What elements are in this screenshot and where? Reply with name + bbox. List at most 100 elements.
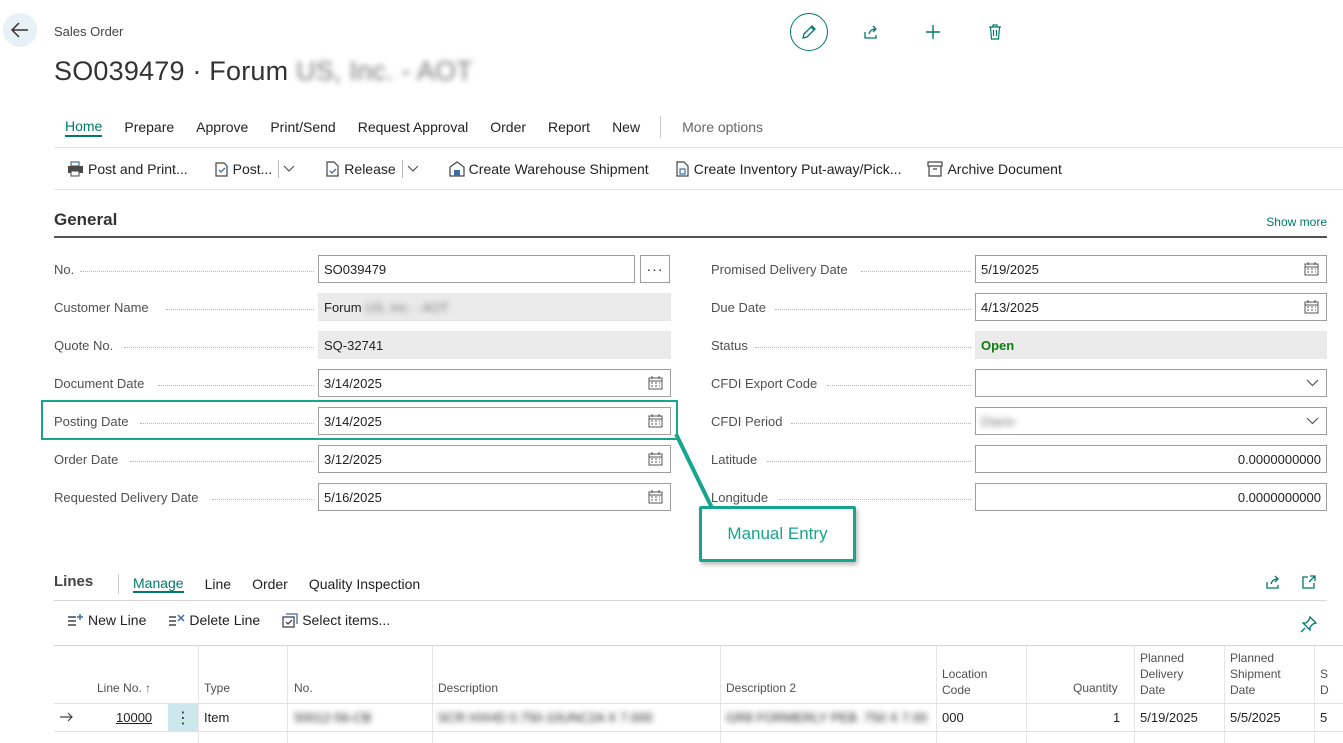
menu-order[interactable]: Order bbox=[490, 119, 526, 135]
release-button[interactable]: Release bbox=[325, 159, 422, 178]
field-customer-row: Customer Name bbox=[54, 293, 314, 321]
due-date-input[interactable]: 4/13/2025 bbox=[975, 293, 1327, 321]
cell-next[interactable]: 5 bbox=[1320, 710, 1327, 725]
action-bar: Post and Print... Post... Release Create… bbox=[54, 147, 1343, 190]
menu-new[interactable]: New bbox=[612, 119, 640, 135]
column-header-planned-shipment-date[interactable]: Planned Shipment Date bbox=[1230, 650, 1281, 698]
column-header-description[interactable]: Description bbox=[438, 680, 498, 696]
new-line-button[interactable]: New Line bbox=[67, 612, 146, 628]
new-button[interactable] bbox=[914, 13, 952, 51]
general-section-title[interactable]: General bbox=[54, 210, 117, 230]
lines-tab-order[interactable]: Order bbox=[252, 576, 288, 592]
archive-document-button[interactable]: Archive Document bbox=[927, 161, 1062, 177]
grid-col-divider bbox=[1134, 646, 1135, 743]
column-header-type[interactable]: Type bbox=[204, 680, 230, 696]
select-items-button[interactable]: Select items... bbox=[282, 612, 390, 628]
menu-request-approval[interactable]: Request Approval bbox=[358, 119, 469, 135]
menu-approve[interactable]: Approve bbox=[196, 119, 248, 135]
menu-divider bbox=[660, 116, 662, 138]
cell-planned-shipment-date[interactable]: 5/5/2025 bbox=[1230, 710, 1281, 725]
calendar-icon[interactable] bbox=[648, 376, 663, 390]
no-lookup-button[interactable]: ··· bbox=[640, 255, 670, 283]
chevron-down-icon[interactable] bbox=[283, 165, 295, 173]
cfdi-export-code-select[interactable] bbox=[975, 369, 1327, 397]
longitude-value: 0.0000000000 bbox=[1237, 489, 1321, 505]
cell-no[interactable]: 50012-56-CB bbox=[294, 710, 371, 725]
ellipsis-icon: ··· bbox=[646, 261, 664, 277]
column-header-next-line2: D bbox=[1320, 683, 1329, 697]
requested-delivery-date-input[interactable]: 5/16/2025 bbox=[318, 483, 671, 511]
calendar-icon[interactable] bbox=[648, 490, 663, 504]
lines-tab-manage[interactable]: Manage bbox=[133, 575, 184, 593]
show-more-link[interactable]: Show more bbox=[1266, 215, 1327, 229]
lines-tab-line[interactable]: Line bbox=[205, 576, 231, 592]
grid-row-divider bbox=[54, 703, 1343, 704]
menu-prepare[interactable]: Prepare bbox=[124, 119, 174, 135]
longitude-input[interactable]: 0.0000000000 bbox=[975, 483, 1327, 511]
kebab-icon: ⋮ bbox=[175, 710, 191, 727]
page-actions bbox=[790, 13, 1038, 51]
chevron-down-icon[interactable] bbox=[407, 165, 419, 173]
status-field: Open bbox=[975, 331, 1327, 359]
create-inventory-putaway-pick-button[interactable]: Create Inventory Put-away/Pick... bbox=[675, 161, 901, 177]
post-label: Post... bbox=[232, 160, 273, 177]
page-title-blurred: US, Inc. - AOT bbox=[296, 56, 473, 86]
column-header-quantity[interactable]: Quantity bbox=[1073, 680, 1118, 696]
dotted-leader bbox=[158, 385, 314, 386]
back-button[interactable] bbox=[3, 13, 37, 47]
delete-line-label: Delete Line bbox=[189, 612, 261, 628]
post-button[interactable]: Post... bbox=[214, 159, 300, 178]
field-status-label: Status bbox=[711, 337, 748, 353]
column-header-pdd-line2: Delivery bbox=[1140, 667, 1184, 681]
column-header-location-code[interactable]: Location Code bbox=[942, 666, 987, 698]
cell-type[interactable]: Item bbox=[204, 710, 229, 725]
menu-more-options[interactable]: More options bbox=[682, 119, 763, 135]
share-button[interactable] bbox=[852, 13, 890, 51]
create-warehouse-shipment-button[interactable]: Create Warehouse Shipment bbox=[449, 161, 649, 177]
lines-expand-button[interactable] bbox=[1300, 573, 1318, 591]
latitude-input[interactable]: 0.0000000000 bbox=[975, 445, 1327, 473]
menu-report[interactable]: Report bbox=[548, 119, 590, 135]
menu-print-send[interactable]: Print/Send bbox=[270, 119, 335, 135]
column-header-description-2[interactable]: Description 2 bbox=[726, 680, 796, 696]
calendar-icon[interactable] bbox=[1304, 262, 1319, 276]
release-split-divider bbox=[401, 159, 403, 178]
post-and-print-button[interactable]: Post and Print... bbox=[67, 161, 188, 177]
promised-delivery-date-input[interactable]: 5/19/2025 bbox=[975, 255, 1327, 283]
lines-tab-quality-inspection[interactable]: Quality Inspection bbox=[309, 576, 420, 592]
share-icon bbox=[1266, 575, 1279, 589]
lines-toolbar-icons bbox=[1264, 573, 1336, 591]
column-header-line-no[interactable]: Line No. ↑ bbox=[97, 680, 151, 696]
order-date-input[interactable]: 3/12/2025 bbox=[318, 445, 671, 473]
lines-section-title[interactable]: Lines bbox=[54, 573, 93, 590]
no-input[interactable]: SO039479 bbox=[318, 255, 635, 283]
cell-planned-delivery-date[interactable]: 5/19/2025 bbox=[1140, 710, 1198, 725]
column-header-next[interactable]: S D bbox=[1320, 666, 1329, 698]
manual-entry-callout: Manual Entry bbox=[699, 506, 856, 562]
delete-button[interactable] bbox=[976, 13, 1014, 51]
pin-button[interactable] bbox=[1300, 615, 1318, 638]
calendar-icon[interactable] bbox=[1304, 300, 1319, 314]
cfdi-period-select[interactable]: Diario bbox=[975, 407, 1327, 435]
menu-home[interactable]: Home bbox=[65, 118, 103, 137]
dotted-leader bbox=[166, 309, 314, 310]
cell-description[interactable]: SCR HXHD 0.750-10UNC2A X 7.000 bbox=[438, 710, 653, 725]
delete-line-button[interactable]: Delete Line bbox=[168, 612, 260, 628]
edit-button[interactable] bbox=[790, 13, 828, 51]
column-header-planned-delivery-date[interactable]: Planned Delivery Date bbox=[1140, 650, 1184, 698]
calendar-icon[interactable] bbox=[648, 452, 663, 466]
row-indicator-arrow-icon bbox=[60, 712, 73, 722]
cell-quantity[interactable]: 1 bbox=[1113, 710, 1120, 725]
lines-share-button[interactable] bbox=[1264, 573, 1282, 591]
cell-line-no[interactable]: 10000 bbox=[116, 710, 152, 725]
field-document-date-row: Document Date bbox=[54, 369, 314, 397]
field-status-row: Status bbox=[711, 331, 971, 359]
cell-location[interactable]: 000 bbox=[942, 710, 964, 725]
order-date-value: 3/12/2025 bbox=[324, 451, 382, 467]
column-header-psd-line3: Date bbox=[1230, 683, 1256, 697]
cell-description-2[interactable]: GR8 FORMERLY PEB .750 X 7.00 bbox=[726, 710, 927, 725]
row-actions-button[interactable]: ⋮ bbox=[168, 704, 198, 732]
warehouse-icon bbox=[449, 160, 465, 177]
document-date-input[interactable]: 3/14/2025 bbox=[318, 369, 671, 397]
column-header-no[interactable]: No. bbox=[294, 680, 313, 696]
